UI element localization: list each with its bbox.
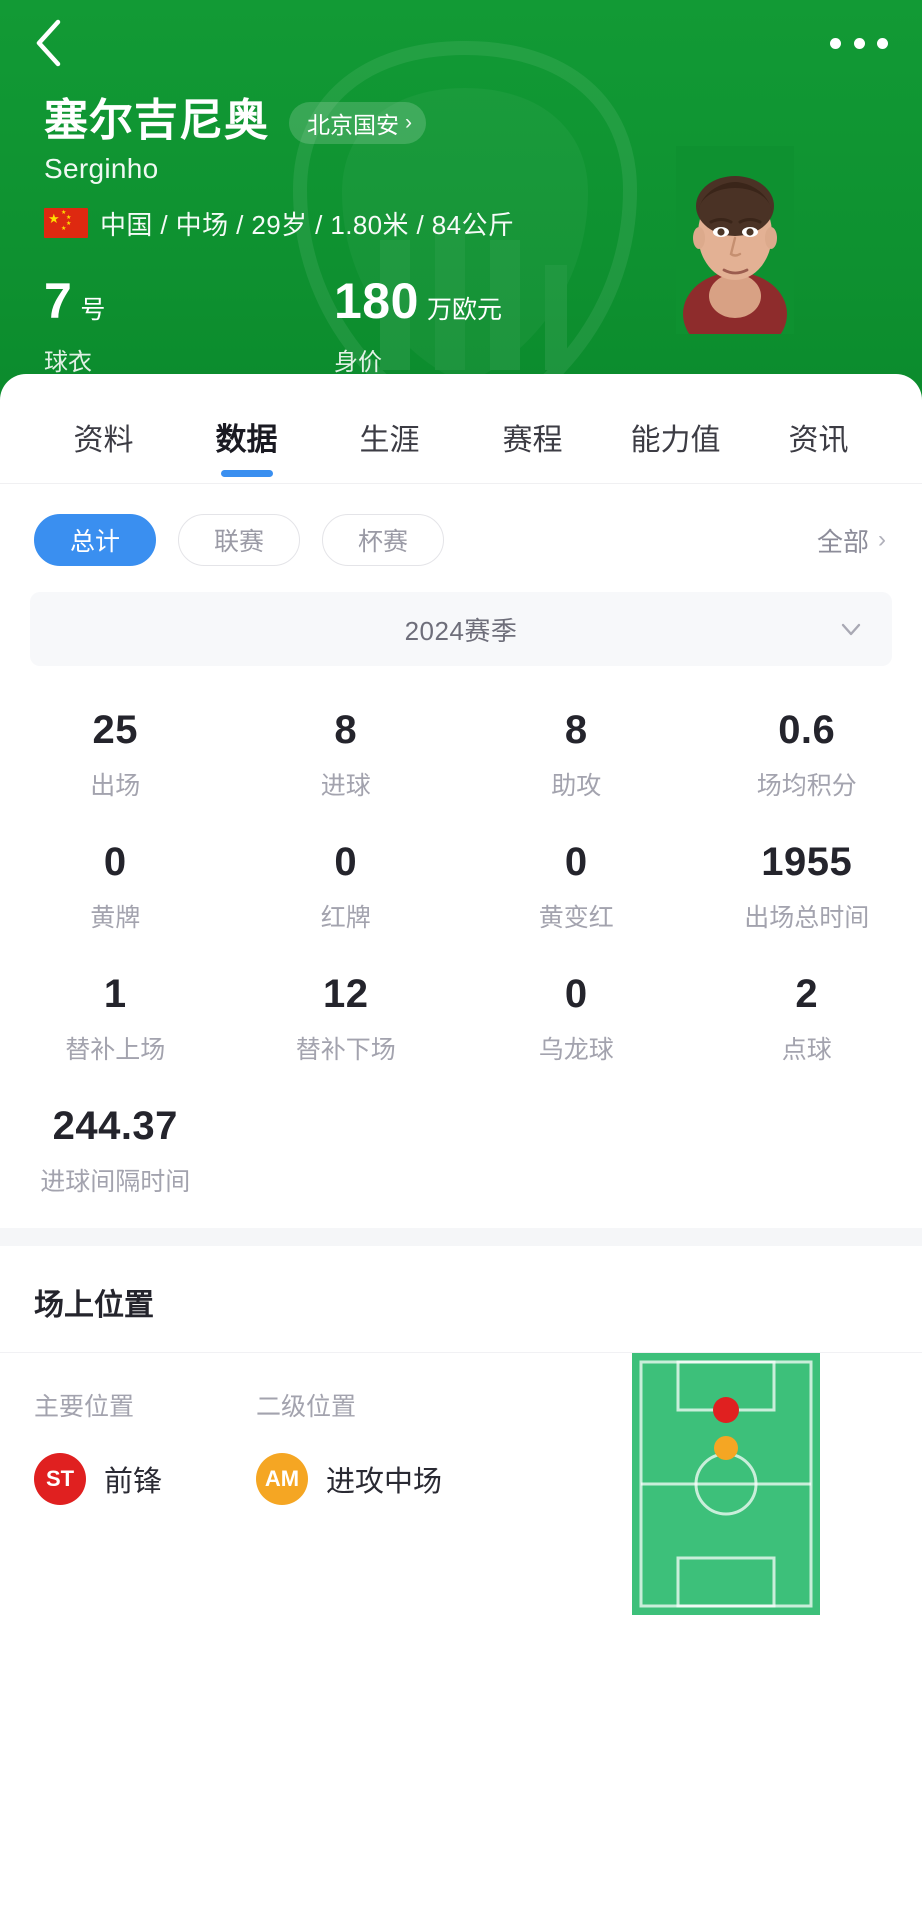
stat-assists: 8 助攻 (461, 708, 692, 802)
player-identity-block: 塞尔吉尼奥 北京国安 › Serginho ★ ★ ★ ★ ★ 中国 / 中场 / 29… (0, 86, 922, 377)
page-title: 塞尔吉尼奥 (44, 96, 269, 145)
stat-label: 点球 (781, 1036, 832, 1064)
stat-value: 0 (564, 840, 588, 884)
stat-yellow-cards: 0 黄牌 (0, 840, 231, 934)
section-title: 场上位置 (0, 1246, 922, 1353)
view-all-link[interactable]: 全部 › (817, 522, 892, 559)
market-value-unit: 万欧元 (426, 295, 502, 324)
stat-label: 红牌 (320, 904, 371, 932)
primary-position-heading: 主要位置 (34, 1393, 135, 1421)
stat-total-minutes: 1955 出场总时间 (692, 840, 922, 934)
stat-label: 进球间隔时间 (40, 1168, 191, 1196)
stat-label: 场均积分 (756, 772, 857, 800)
primary-position-name: 前锋 (104, 1466, 163, 1498)
stat-value: 1 (103, 972, 127, 1016)
stat-label: 出场总时间 (744, 904, 870, 932)
jersey-number-kpi: 7 号 球衣 (44, 276, 334, 377)
tab-profile[interactable]: 资料 (32, 415, 175, 483)
jersey-number-label: 球衣 (44, 348, 92, 376)
stat-label: 出场 (90, 772, 141, 800)
stat-subbed-off: 12 替补下场 (231, 972, 462, 1066)
player-meta-text: 中国 / 中场 / 29岁 / 1.80米 / 84公斤 (100, 209, 515, 240)
stat-value: 0 (334, 840, 358, 884)
chevron-right-icon: › (878, 526, 886, 553)
player-name-row: 塞尔吉尼奥 北京国安 › (44, 96, 922, 147)
chevron-right-icon: › (405, 111, 412, 135)
stat-value: 0 (564, 972, 588, 1016)
stat-label: 黄变红 (538, 904, 614, 932)
more-horizontal-icon[interactable] (830, 28, 888, 58)
position-badge-st: ST (34, 1453, 86, 1505)
football-pitch-icon (632, 1353, 820, 1615)
stat-value: 2 (795, 972, 819, 1016)
stat-penalties: 2 点球 (692, 972, 922, 1066)
back-icon[interactable] (26, 19, 72, 67)
stat-label: 替补下场 (295, 1036, 396, 1064)
stat-own-goals: 0 乌龙球 (461, 972, 692, 1066)
player-meta-row: ★ ★ ★ ★ ★ 中国 / 中场 / 29岁 / 1.80米 / 84公斤 (44, 205, 922, 242)
stat-label: 进球 (320, 772, 371, 800)
section-divider (0, 1228, 922, 1246)
stat-appearances: 25 出场 (0, 708, 231, 802)
tab-ratings[interactable]: 能力值 (604, 415, 747, 483)
stat-second-yellow: 0 黄变红 (461, 840, 692, 934)
team-chip-label: 北京国安 (307, 112, 399, 139)
stat-minutes-per-goal: 244.37 进球间隔时间 (0, 1104, 231, 1198)
tab-stats[interactable]: 数据 (175, 414, 318, 483)
stat-value: 12 (323, 972, 369, 1016)
secondary-position-item: AM 进攻中场 (256, 1453, 478, 1505)
filter-chip-league[interactable]: 联赛 (178, 514, 300, 566)
season-selector-label: 2024赛季 (404, 615, 518, 646)
team-chip[interactable]: 北京国安 › (289, 102, 426, 145)
stat-goals: 8 进球 (231, 708, 462, 802)
stat-subbed-on: 1 替补上场 (0, 972, 231, 1066)
tab-news[interactable]: 资讯 (747, 415, 890, 483)
position-body: 主要位置 ST 前锋 二级位置 AM 进攻中场 (0, 1353, 922, 1653)
player-alias: Serginho (44, 152, 159, 184)
top-navigation-bar (0, 0, 922, 86)
player-hero-header: 塞尔吉尼奥 北京国安 › Serginho ★ ★ ★ ★ ★ 中国 / 中场 / 29… (0, 0, 922, 432)
filter-chip-total[interactable]: 总计 (34, 514, 156, 566)
position-badge-am: AM (256, 1453, 308, 1505)
football-pitch-diagram (632, 1353, 820, 1615)
stat-value: 0.6 (778, 708, 836, 752)
stat-red-cards: 0 红牌 (231, 840, 462, 934)
filter-chip-row: 总计 联赛 杯赛 全部 › (0, 484, 922, 592)
stat-label: 乌龙球 (538, 1036, 614, 1064)
view-all-label: 全部 (816, 526, 869, 557)
stat-label: 黄牌 (90, 904, 141, 932)
season-selector[interactable]: 2024赛季 (30, 592, 892, 666)
stat-value: 244.37 (52, 1104, 178, 1148)
jersey-number-unit: 号 (80, 295, 106, 324)
secondary-position-heading: 二级位置 (256, 1393, 357, 1421)
secondary-position-name: 进攻中场 (326, 1466, 443, 1498)
stat-value: 0 (103, 840, 127, 884)
china-flag-icon: ★ ★ ★ ★ ★ (44, 208, 88, 239)
primary-position-item: ST 前锋 (34, 1453, 256, 1505)
stat-label: 助攻 (551, 772, 602, 800)
stat-points-per-game: 0.6 场均积分 (692, 708, 922, 802)
tab-career[interactable]: 生涯 (318, 415, 461, 483)
stat-value: 1955 (761, 840, 853, 884)
content-sheet: 资料 数据 生涯 赛程 能力值 资讯 总计 联赛 杯赛 全部 › 2024赛季 (0, 374, 922, 1653)
market-value-label: 身价 (334, 348, 382, 376)
chevron-down-icon (841, 623, 861, 636)
hero-kpi-row: 7 号 球衣 180 万欧元 身价 (44, 276, 922, 377)
stat-value: 8 (564, 708, 588, 752)
market-value-kpi: 180 万欧元 身价 (334, 276, 502, 377)
filter-chip-cup[interactable]: 杯赛 (322, 514, 444, 566)
pitch-position-section: 场上位置 主要位置 ST 前锋 二级位置 AM 进攻中场 (0, 1246, 922, 1653)
tab-fixtures[interactable]: 赛程 (461, 415, 604, 483)
stat-value: 25 (92, 708, 138, 752)
market-value-value: 180 (334, 272, 419, 329)
jersey-number-value: 7 (44, 272, 73, 329)
tab-bar: 资料 数据 生涯 赛程 能力值 资讯 (0, 374, 922, 484)
secondary-position-column: 二级位置 AM 进攻中场 (256, 1387, 478, 1505)
stat-label: 替补上场 (65, 1036, 166, 1064)
player-profile-screen: 塞尔吉尼奥 北京国安 › Serginho ★ ★ ★ ★ ★ 中国 / 中场 / 29… (0, 0, 922, 1920)
stat-value: 8 (334, 708, 358, 752)
primary-position-column: 主要位置 ST 前锋 (34, 1387, 256, 1505)
stats-grid: 25 出场 8 进球 8 助攻 0.6 场均积分 0 黄牌 0 红牌 0 黄变红… (0, 666, 922, 1228)
